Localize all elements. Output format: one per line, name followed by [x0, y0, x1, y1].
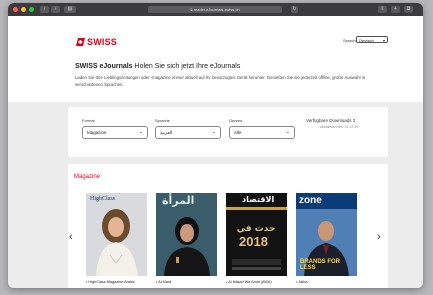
chevron-down-icon: ⌄	[138, 129, 143, 135]
magazine-cover[interactable]: zone BRANDS FOR LESS	[296, 193, 357, 276]
browser-window: ‹ › ▤ 🔒︎ reader.eJournals.swiss.ch ↻ ⇧ +…	[8, 3, 423, 288]
minimize-window-button[interactable]	[21, 7, 26, 12]
forward-button[interactable]: ›	[51, 6, 60, 13]
browser-toolbar: ‹ › ▤ 🔒︎ reader.eJournals.swiss.ch ↻ ⇧ +…	[8, 3, 423, 16]
page-title: SWISS eJournals Holen Sie sich jetzt Ihr…	[75, 63, 240, 70]
language-filter-label: Sprache	[155, 118, 170, 123]
magazine-title[interactable]: • Jaiba	[296, 280, 358, 285]
share-icon[interactable]: ⇧	[378, 6, 387, 13]
new-tab-button[interactable]: +	[391, 6, 400, 13]
language-select[interactable]: Deutsch ▾	[356, 36, 388, 43]
cover-photo-woman	[96, 209, 138, 276]
sidebar-toggle-icon[interactable]: ▤	[64, 6, 76, 13]
cover-tagline: BRANDS FOR LESS	[300, 259, 340, 271]
page-content: SWISS Sprache Deutsch ▾ SWISS eJournals …	[8, 16, 423, 288]
zoom-window-button[interactable]	[29, 7, 34, 12]
magazine-cover[interactable]: الاقتصاد حدث في 2018	[226, 193, 287, 276]
language-value: Deutsch	[359, 38, 374, 43]
tabs-overview-icon[interactable]: ⧉	[404, 6, 413, 13]
section-title: Magazine	[74, 174, 101, 180]
chevron-down-icon: ⌄	[211, 129, 216, 135]
page-title-tagline: Holen Sie sich jetzt Ihre eJournals	[134, 63, 241, 70]
cover-year: 2018	[239, 234, 268, 249]
format-label: Format	[82, 118, 95, 123]
logo-text: SWISS	[87, 37, 118, 47]
chevron-down-icon: ⌄	[285, 129, 290, 135]
downloads-title: Verfügbare Downloads 2	[306, 118, 356, 123]
url-text: reader.eJournals.swiss.ch	[193, 7, 240, 12]
language-filter-value: العربية	[160, 130, 173, 135]
magazine-section: Magazine ‹ › HighClass • HighClass Magaz…	[68, 164, 388, 288]
page-header: SWISS Sprache Deutsch ▾ SWISS eJournals …	[8, 16, 423, 102]
magazine-title[interactable]: • HighClass Magazine Arabic	[86, 280, 148, 285]
carousel-prev-button[interactable]: ‹	[69, 232, 73, 243]
language-filter-select[interactable]: العربية ⌄	[155, 126, 221, 139]
format-value: Magazine	[87, 130, 107, 135]
lock-icon: 🔒︎	[190, 7, 193, 12]
url-bar[interactable]: 🔒︎ reader.eJournals.swiss.ch	[148, 6, 282, 13]
svg-text:حدث في: حدث في	[237, 224, 276, 234]
genres-label: Genres	[229, 118, 243, 123]
swiss-flag-icon	[76, 38, 85, 46]
cover-photo-woman	[164, 217, 210, 276]
back-button[interactable]: ‹	[40, 6, 49, 13]
magazine-title[interactable]: • Al Mara	[156, 280, 218, 285]
downloads-updated: aktualisiert am: 31.12.19	[320, 125, 359, 129]
chevron-down-icon: ▾	[382, 38, 385, 43]
reload-icon[interactable]: ↻	[291, 6, 298, 13]
page-title-brand: SWISS eJournals	[75, 63, 133, 70]
genres-value: Alle	[234, 130, 242, 135]
magazine-cover[interactable]: المرأة	[156, 193, 217, 276]
filter-panel: Format Magazine ⌄ Sprache العربية ⌄ Genr…	[68, 107, 388, 157]
page-description: Laden Sie Ihre Lieblingszeitungen oder -…	[75, 75, 366, 87]
carousel-next-button[interactable]: ›	[377, 232, 381, 243]
close-window-button[interactable]	[13, 7, 18, 12]
swiss-logo[interactable]: SWISS	[75, 37, 117, 47]
magazine-cover[interactable]: HighClass	[86, 193, 147, 276]
genres-select[interactable]: Alle ⌄	[229, 126, 295, 139]
magazine-title[interactable]: • Al Iktisad Wa Amal (AWA)	[226, 280, 288, 285]
format-select[interactable]: Magazine ⌄	[82, 126, 148, 139]
